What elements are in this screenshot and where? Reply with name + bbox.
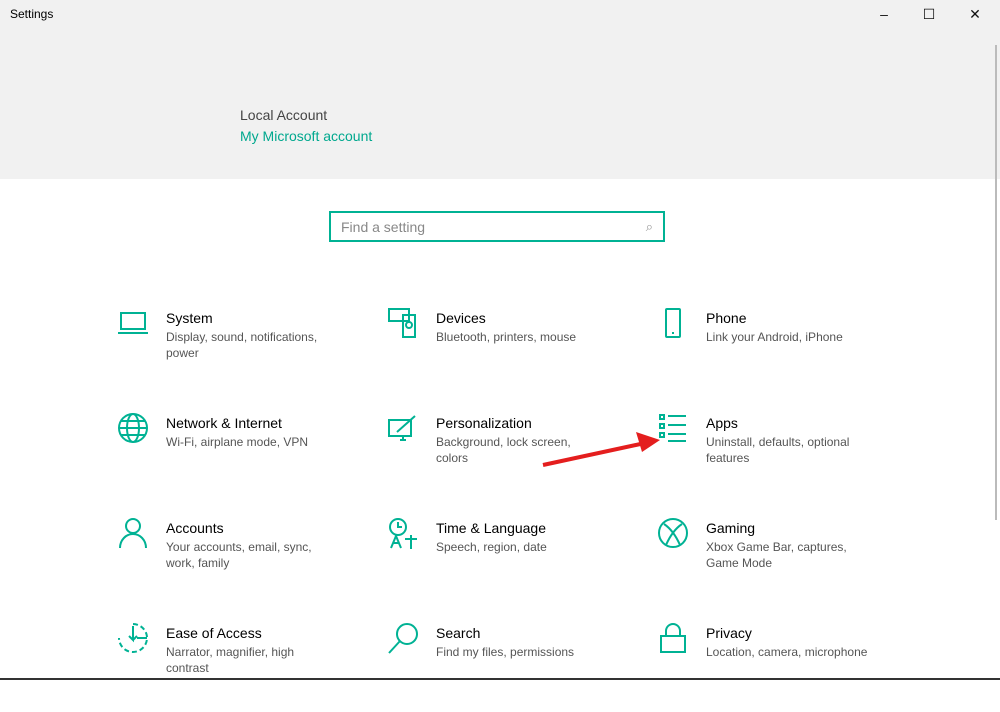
tile-time-language[interactable]: Time & Language Speech, region, date: [387, 517, 627, 607]
microsoft-account-link[interactable]: My Microsoft account: [240, 128, 372, 144]
search-icon: ⌕: [645, 218, 653, 234]
tile-accounts[interactable]: Accounts Your accounts, email, sync, wor…: [117, 517, 357, 607]
maximize-button[interactable]: ☐: [906, 0, 952, 28]
tile-description: Find my files, permissions: [436, 645, 575, 659]
tile-description: Uninstall, defaults, optional features: [706, 435, 850, 465]
tile-system[interactable]: System Display, sound, notifications, po…: [117, 307, 357, 397]
tile-privacy[interactable]: Privacy Location, camera, microphone: [657, 622, 897, 712]
minimize-button[interactable]: –: [861, 0, 907, 28]
tile-title: Phone: [706, 310, 747, 326]
tile-title: Personalization: [436, 415, 532, 431]
magnifier-icon: [388, 623, 418, 654]
tile-title: Privacy: [706, 625, 752, 641]
time-language-icon: [389, 518, 417, 549]
scrollbar[interactable]: [995, 45, 997, 520]
tile-title: Apps: [706, 415, 738, 431]
apps-list-icon: [659, 414, 686, 442]
tile-title: Search: [436, 625, 481, 641]
xbox-icon: [658, 518, 688, 548]
paintbrush-icon: [388, 415, 416, 441]
laptop-icon: [118, 312, 148, 334]
ease-of-access-icon: [118, 623, 148, 653]
tile-title: Gaming: [706, 520, 756, 536]
close-button[interactable]: ✕: [952, 0, 998, 28]
tile-title: Time & Language: [436, 520, 546, 536]
tile-description: Your accounts, email, sync, work, family: [166, 540, 312, 570]
tile-description: Xbox Game Bar, captures, Game Mode: [706, 540, 847, 570]
tile-description: Narrator, magnifier, high contrast: [166, 645, 295, 675]
tile-title: System: [166, 310, 213, 326]
globe-icon: [118, 413, 148, 443]
tile-description: Link your Android, iPhone: [706, 330, 843, 344]
phone-icon: [665, 308, 681, 338]
tile-title: Network & Internet: [166, 415, 282, 431]
tile-devices[interactable]: Devices Bluetooth, printers, mouse: [387, 307, 627, 397]
account-type: Local Account: [240, 107, 328, 123]
tile-description: Display, sound, notifications, power: [166, 330, 318, 360]
tile-search[interactable]: Search Find my files, permissions: [387, 622, 627, 712]
lock-icon: [660, 623, 686, 653]
search-input[interactable]: [341, 218, 646, 235]
tile-title: Ease of Access: [166, 625, 262, 641]
person-icon: [119, 518, 147, 549]
tile-title: Accounts: [166, 520, 224, 536]
tile-description: Background, lock screen, colors: [436, 435, 571, 465]
tile-ease-of-access[interactable]: Ease of Access Narrator, magnifier, high…: [117, 622, 357, 712]
tile-title: Devices: [436, 310, 486, 326]
tile-apps[interactable]: Apps Uninstall, defaults, optional featu…: [657, 412, 897, 502]
tile-description: Bluetooth, printers, mouse: [436, 330, 577, 344]
tile-network-internet[interactable]: Network & Internet Wi-Fi, airplane mode,…: [117, 412, 357, 502]
tile-phone[interactable]: Phone Link your Android, iPhone: [657, 307, 897, 397]
tile-description: Location, camera, microphone: [706, 645, 868, 659]
window-title: Settings: [10, 7, 54, 21]
tile-description: Wi-Fi, airplane mode, VPN: [166, 435, 309, 449]
tile-gaming[interactable]: Gaming Xbox Game Bar, captures, Game Mod…: [657, 517, 897, 607]
tile-description: Speech, region, date: [436, 540, 547, 554]
tile-personalization[interactable]: Personalization Background, lock screen,…: [387, 412, 627, 502]
search-box[interactable]: ⌕: [329, 211, 665, 242]
account-header: [0, 0, 1000, 179]
devices-icon: [388, 308, 416, 338]
